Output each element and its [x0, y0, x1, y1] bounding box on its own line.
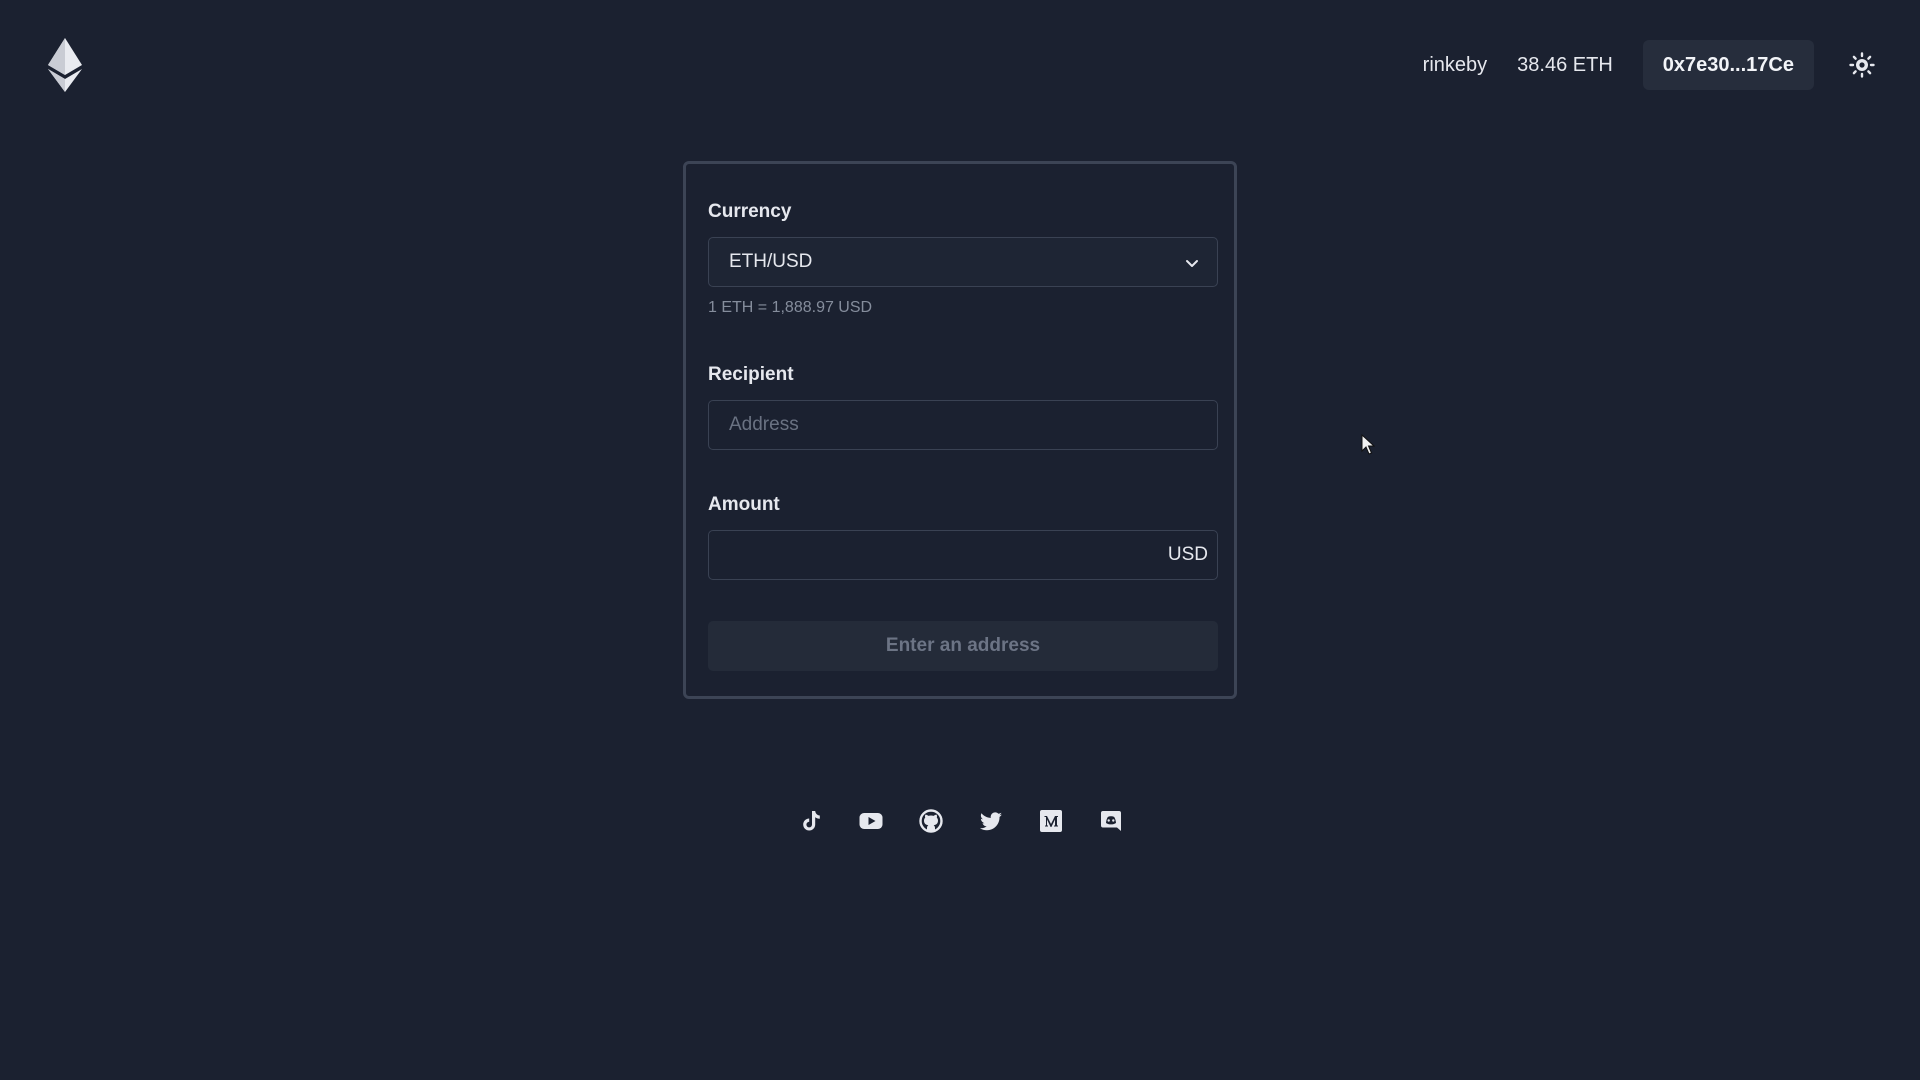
chevron-down-icon	[1186, 260, 1198, 267]
github-link[interactable]	[916, 806, 946, 836]
youtube-icon	[859, 813, 883, 829]
recipient-address-input[interactable]	[708, 400, 1218, 450]
twitter-icon	[980, 812, 1002, 831]
exchange-rate-text: 1 ETH = 1,888.97 USD	[708, 299, 873, 316]
app: rinkeby 38.46 ETH 0x7e30...17Ce Currency…	[0, 0, 1920, 1080]
account-button[interactable]: 0x7e30...17Ce	[1642, 40, 1814, 90]
twitter-link[interactable]	[976, 806, 1006, 836]
amount-input[interactable]	[708, 530, 1218, 580]
currency-selected-value: ETH/USD	[729, 251, 813, 272]
github-icon	[919, 809, 943, 833]
submit-button[interactable]: Enter an address	[708, 621, 1218, 671]
amount-unit: USD	[1167, 544, 1208, 565]
tiktok-icon	[803, 811, 820, 831]
currency-label: Currency	[708, 201, 792, 222]
amount-label: Amount	[708, 494, 780, 515]
wallet-balance: 38.46 ETH	[1517, 53, 1613, 76]
account-address: 0x7e30...17Ce	[1662, 53, 1794, 76]
discord-link[interactable]	[1096, 806, 1126, 836]
mouse-cursor-icon	[1361, 434, 1375, 455]
medium-icon	[1040, 810, 1062, 832]
discord-icon	[1101, 811, 1121, 831]
recipient-label: Recipient	[708, 364, 794, 385]
header-account-area: rinkeby 38.46 ETH 0x7e30...17Ce	[1423, 40, 1876, 90]
theme-toggle-button[interactable]	[1848, 51, 1876, 79]
currency-select[interactable]: ETH/USD	[708, 237, 1218, 287]
social-links	[796, 806, 1126, 836]
ethereum-logo-icon[interactable]	[48, 38, 82, 92]
tiktok-link[interactable]	[796, 806, 826, 836]
network-name: rinkeby	[1422, 53, 1488, 76]
medium-link[interactable]	[1036, 806, 1066, 836]
sun-icon	[1849, 52, 1875, 78]
send-form-card: Currency ETH/USD 1 ETH = 1,888.97 USD Re…	[683, 161, 1237, 699]
header: rinkeby 38.46 ETH 0x7e30...17Ce	[0, 0, 1920, 130]
youtube-link[interactable]	[856, 806, 886, 836]
